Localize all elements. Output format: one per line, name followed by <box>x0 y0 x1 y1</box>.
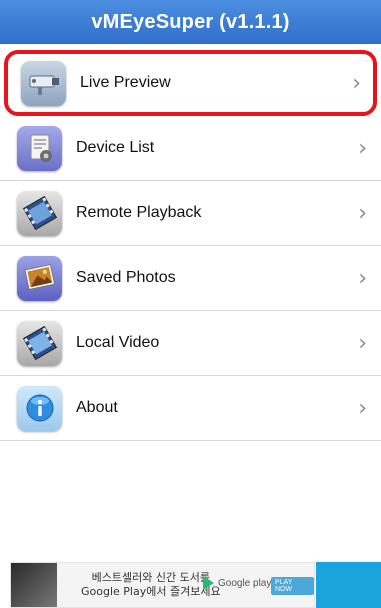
info-icon <box>17 385 62 431</box>
photos-icon <box>17 255 62 301</box>
google-play-logo: Google play <box>203 576 271 590</box>
app-title: vMEyeSuper (v1.1.1) <box>91 10 290 33</box>
ad-banner[interactable]: 베스트셀러와 신간 도서를 Google Play에서 즐겨보세요 Google… <box>0 558 381 608</box>
chevron-right-icon: › <box>358 330 367 356</box>
play-now-button[interactable]: PLAY NOW <box>271 577 314 595</box>
menu-item-label: Saved Photos <box>76 269 176 286</box>
menu-item-saved-photos[interactable]: Saved Photos › <box>0 246 381 311</box>
chevron-right-icon: › <box>358 265 367 291</box>
menu-item-label: Device List <box>76 139 155 156</box>
menu-item-about[interactable]: About › <box>0 376 381 441</box>
device-list-icon <box>17 125 62 171</box>
ad-side-panel[interactable] <box>316 562 381 608</box>
play-triangle-icon <box>203 576 214 590</box>
app-screen: vMEyeSuper (v1.1.1) Live Preview › Devic… <box>0 0 381 608</box>
chevron-right-icon: › <box>358 200 367 226</box>
menu-item-device-list[interactable]: Device List › <box>0 116 381 181</box>
main-menu: Live Preview › Device List › Remote Play… <box>0 46 381 441</box>
ad-content[interactable]: 베스트셀러와 신간 도서를 Google Play에서 즐겨보세요 Google… <box>10 562 315 608</box>
app-header: vMEyeSuper (v1.1.1) <box>0 0 381 44</box>
chevron-right-icon: › <box>358 135 367 161</box>
menu-item-label: Live Preview <box>80 74 171 91</box>
ad-store-label: Google play <box>218 577 272 589</box>
menu-item-label: Remote Playback <box>76 204 202 221</box>
menu-item-live-preview[interactable]: Live Preview › <box>4 50 377 116</box>
chevron-right-icon: › <box>358 395 367 421</box>
camera-icon <box>21 60 66 106</box>
menu-item-label: About <box>76 399 118 416</box>
ad-line-2: Google Play에서 즐겨보세요 <box>81 585 221 598</box>
ad-line-1: 베스트셀러와 신간 도서를 <box>91 571 210 584</box>
ad-thumbnail <box>11 563 57 607</box>
menu-item-label: Local Video <box>76 334 160 351</box>
menu-item-local-video[interactable]: Local Video › <box>0 311 381 376</box>
film-icon <box>17 320 62 366</box>
chevron-right-icon: › <box>352 70 361 96</box>
film-reel-icon <box>17 190 62 236</box>
menu-item-remote-playback[interactable]: Remote Playback › <box>0 181 381 246</box>
ad-text: 베스트셀러와 신간 도서를 Google Play에서 즐겨보세요 <box>81 571 221 599</box>
